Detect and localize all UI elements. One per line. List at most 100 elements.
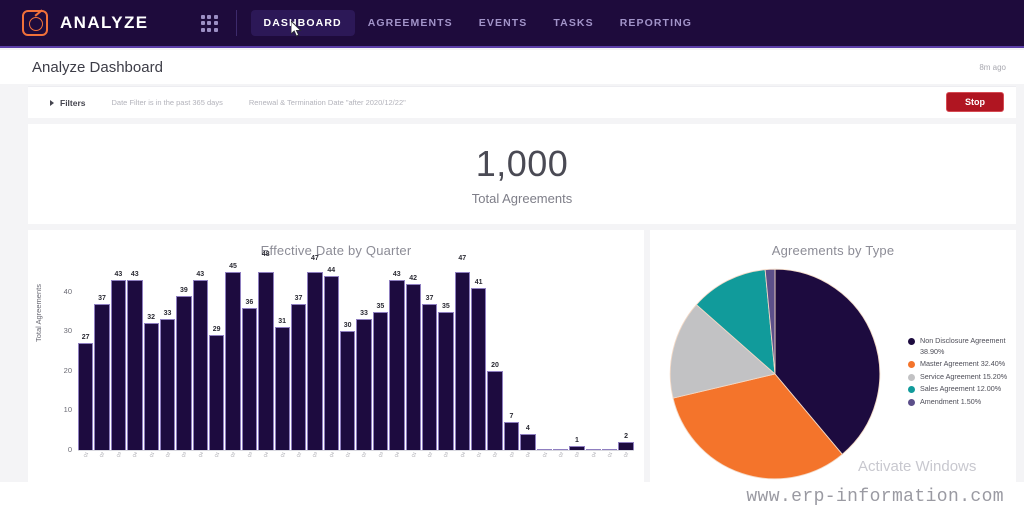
bar-column[interactable]	[536, 272, 552, 450]
bar-column[interactable]: 45	[225, 263, 241, 450]
tab-events[interactable]: EVENTS	[466, 10, 541, 36]
bar[interactable]	[290, 303, 307, 450]
bar[interactable]	[94, 303, 110, 450]
legend-item[interactable]: Amendment 1.50%	[908, 397, 1018, 408]
bar[interactable]	[520, 434, 536, 450]
bar-chart-x-tick: Q2	[557, 452, 565, 459]
legend-item[interactable]: Service Agreement 15.20%	[908, 372, 1018, 383]
bar[interactable]	[487, 370, 503, 450]
bar-column[interactable]: 35	[438, 272, 454, 450]
bar-column[interactable]: 47	[307, 255, 323, 450]
bar-chart-y-tick: 0	[67, 445, 72, 454]
bar[interactable]	[78, 343, 94, 450]
bar-column[interactable]: 33	[356, 272, 372, 450]
bar-column[interactable]: 47	[454, 255, 470, 450]
bar[interactable]	[438, 311, 454, 450]
tab-dashboard[interactable]: DASHBOARD	[250, 10, 355, 36]
tab-reporting[interactable]: REPORTING	[607, 10, 705, 36]
filters-toggle[interactable]: Filters	[50, 98, 86, 108]
bar-column[interactable]: 31	[274, 272, 290, 450]
bar-column[interactable]: 39	[176, 272, 192, 450]
apps-grid-icon[interactable]	[200, 14, 218, 32]
bar-value-label: 37	[425, 294, 434, 302]
bar[interactable]	[503, 422, 520, 450]
bar[interactable]	[454, 272, 470, 450]
bar-column[interactable]: 20	[487, 272, 503, 450]
bar[interactable]	[258, 272, 274, 450]
bar-column[interactable]: 1	[569, 272, 585, 450]
bar[interactable]	[225, 272, 241, 450]
bar-chart-x-tick: Q2	[426, 452, 434, 459]
bar[interactable]	[618, 442, 634, 450]
bar-column[interactable]	[552, 272, 569, 450]
bar-column[interactable]: 33	[159, 272, 176, 450]
bar-chart-x-tick: Q3	[180, 452, 188, 459]
bar[interactable]	[471, 287, 487, 450]
bar-column[interactable]: 44	[323, 267, 339, 450]
bar-column[interactable]: 43	[110, 271, 127, 450]
stop-button[interactable]: Stop	[946, 92, 1004, 112]
bar[interactable]	[389, 279, 405, 450]
bar-column[interactable]: 42	[405, 272, 421, 450]
top-navigation-bar: ANALYZE DASHBOARD AGREEMENTS EVENTS TASK…	[0, 0, 1024, 48]
bar[interactable]	[127, 279, 143, 450]
bar[interactable]	[405, 283, 421, 450]
bar-column[interactable]: 36	[241, 272, 258, 450]
bar[interactable]	[176, 295, 192, 450]
tab-agreements[interactable]: AGREEMENTS	[355, 10, 466, 36]
kpi-value: 1,000	[475, 142, 569, 184]
bar[interactable]	[323, 275, 339, 450]
filter-chip-renewal[interactable]: Renewal & Termination Date "after 2020/1…	[249, 98, 406, 107]
bar[interactable]	[159, 319, 176, 450]
bar-value-label: 2	[624, 433, 629, 441]
bar-column[interactable]: 43	[192, 271, 208, 450]
filter-chip-date[interactable]: Date Filter is in the past 365 days	[112, 98, 223, 107]
bar-column[interactable]: 37	[94, 272, 110, 450]
bar-column[interactable]: 41	[471, 272, 487, 450]
bar-column[interactable]: 37	[421, 272, 438, 450]
legend-color-swatch	[908, 398, 915, 406]
bar-column[interactable]: 35	[372, 272, 389, 450]
bar-column[interactable]: 43	[127, 271, 143, 450]
legend-item[interactable]: Master Agreement 32.40%	[908, 359, 1018, 370]
bar[interactable]	[241, 307, 258, 450]
bar-column[interactable]: 32	[143, 272, 159, 450]
bar-chart-y-tick: 10	[63, 405, 72, 415]
brand-logo[interactable]: ANALYZE	[22, 10, 149, 36]
bar-column[interactable]: 48	[258, 251, 274, 450]
bar-value-label: 44	[327, 266, 336, 274]
bar[interactable]	[209, 335, 225, 450]
nav-divider	[235, 10, 237, 36]
bar[interactable]	[274, 327, 290, 450]
bar[interactable]	[356, 319, 372, 450]
bar[interactable]	[192, 279, 208, 450]
bar-chart-x-tick: Q4	[327, 452, 335, 459]
bar[interactable]	[143, 323, 159, 450]
legend-item[interactable]: Non Disclosure Agreement 38.90%	[908, 336, 1018, 357]
tab-tasks[interactable]: TASKS	[540, 10, 606, 36]
bar-value-label: 32	[147, 314, 156, 322]
bar-value-label: 7	[509, 413, 514, 421]
bar[interactable]	[340, 331, 356, 450]
bar-value-label: 41	[474, 278, 483, 286]
bar-column[interactable]: 30	[340, 272, 356, 450]
bar[interactable]	[421, 303, 438, 450]
pie-chart-title: Agreements by Type	[771, 243, 895, 258]
bar-column[interactable]	[585, 272, 601, 450]
bar-chart-x-tick: Q4	[458, 452, 466, 459]
bar-chart-x-ticks: Q1 Q2 Q3 Q4 Q1 Q2 Q3 Q4 Q1 Q2 Q3 Q4 Q1 Q2 Q3 Q4 Q1 Q2 Q3 Q4…	[78, 452, 634, 466]
bar-value-label: 43	[392, 270, 401, 278]
bar[interactable]	[110, 279, 127, 450]
bar-column[interactable]: 29	[209, 272, 225, 450]
bar-column[interactable]: 43	[389, 270, 405, 450]
bar[interactable]	[372, 311, 389, 450]
bar-column[interactable]: 2	[618, 272, 634, 450]
legend-item[interactable]: Sales Agreement 12.00%	[908, 384, 1018, 395]
bar-column[interactable]: 4	[520, 272, 536, 450]
bar-column[interactable]: 7	[503, 272, 520, 450]
bar[interactable]	[307, 272, 323, 450]
bar-column[interactable]	[602, 272, 618, 450]
bar-column[interactable]: 27	[78, 272, 94, 450]
bar-column[interactable]: 37	[290, 272, 307, 450]
bar-chart-x-tick: Q3	[507, 452, 515, 459]
